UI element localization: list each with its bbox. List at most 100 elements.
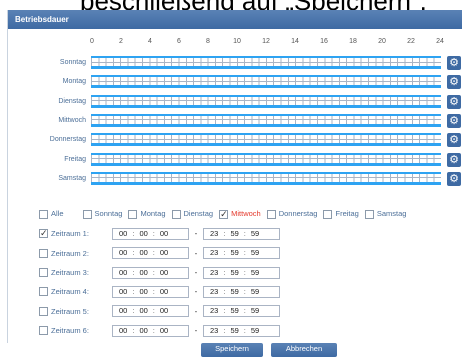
period-checkbox[interactable] bbox=[39, 306, 48, 316]
range-dash: - bbox=[194, 248, 198, 258]
end-time-field[interactable]: 23:59:59 bbox=[203, 285, 280, 298]
time-separator: : bbox=[243, 325, 246, 335]
gear-icon[interactable]: ⚙ bbox=[447, 133, 461, 148]
start-time-field[interactable]: 00:00:00 bbox=[112, 305, 189, 318]
time-period-row: Zeitraum 6: 00:00:00-23:59:59 bbox=[39, 322, 280, 337]
checkbox[interactable] bbox=[82, 209, 92, 219]
start-time-field[interactable]: 00:00:00 bbox=[112, 266, 189, 279]
time-value: 59 bbox=[230, 267, 239, 277]
cancel-button[interactable]: Abbrechen bbox=[271, 343, 337, 357]
day-checkbox-label: Freitag bbox=[335, 209, 359, 218]
time-value: 23 bbox=[210, 228, 219, 238]
checkbox[interactable] bbox=[266, 209, 276, 219]
range-dash: - bbox=[194, 268, 198, 278]
gear-icon[interactable]: ⚙ bbox=[447, 152, 461, 167]
period-checkbox[interactable] bbox=[39, 287, 48, 297]
checkbox[interactable] bbox=[171, 209, 181, 219]
period-label: Zeitraum 1: bbox=[51, 229, 89, 239]
range-dash: - bbox=[194, 306, 198, 316]
time-separator: : bbox=[243, 248, 246, 258]
time-value: 00 bbox=[159, 228, 169, 238]
day-timeline-bar[interactable] bbox=[91, 133, 441, 147]
day-timeline-bar[interactable] bbox=[91, 113, 441, 127]
time-value: 00 bbox=[159, 248, 169, 258]
day-timeline-bar[interactable] bbox=[91, 152, 441, 166]
time-separator: : bbox=[152, 248, 155, 258]
time-value: 59 bbox=[230, 286, 239, 296]
end-time-field[interactable]: 23:59:59 bbox=[203, 227, 280, 240]
day-checkbox-label: Sonntag bbox=[94, 209, 123, 218]
day-checkbox-option[interactable]: Montag bbox=[128, 209, 166, 219]
time-separator: : bbox=[243, 306, 246, 316]
time-separator: : bbox=[223, 248, 226, 258]
period-checkbox[interactable] bbox=[39, 268, 48, 278]
end-time-field[interactable]: 23:59:59 bbox=[203, 324, 280, 337]
time-value: 00 bbox=[159, 325, 169, 335]
period-label: Zeitraum 6: bbox=[51, 326, 89, 336]
time-separator: : bbox=[132, 267, 135, 277]
time-value: 00 bbox=[139, 325, 148, 335]
hour-tick-label: 22 bbox=[407, 38, 415, 45]
end-time-field[interactable]: 23:59:59 bbox=[203, 266, 280, 279]
day-checkbox-option[interactable]: Donnerstag bbox=[266, 209, 317, 219]
day-checkbox-option[interactable]: Samstag bbox=[364, 209, 407, 219]
time-value: 23 bbox=[210, 306, 219, 316]
gear-icon[interactable]: ⚙ bbox=[447, 56, 461, 70]
checkbox[interactable] bbox=[128, 209, 138, 219]
day-checkbox-label: Samstag bbox=[376, 209, 407, 218]
end-time-field[interactable]: 23:59:59 bbox=[203, 305, 280, 318]
checkbox[interactable] bbox=[323, 209, 333, 219]
period-checkbox-checked[interactable]: ✓ bbox=[39, 229, 48, 239]
checkbox[interactable] bbox=[39, 209, 48, 219]
end-time-field[interactable]: 23:59:59 bbox=[203, 247, 280, 260]
hour-tick-label: 10 bbox=[233, 38, 241, 45]
gear-icon[interactable]: ⚙ bbox=[447, 113, 461, 128]
day-timeline-bar[interactable] bbox=[91, 75, 441, 89]
time-separator: : bbox=[243, 286, 246, 296]
start-time-field[interactable]: 00:00:00 bbox=[112, 247, 189, 260]
period-checkbox[interactable] bbox=[39, 326, 48, 336]
time-value: 00 bbox=[139, 228, 148, 238]
day-timeline-bar[interactable] bbox=[91, 94, 441, 108]
time-value: 59 bbox=[230, 325, 239, 335]
gear-icon[interactable]: ⚙ bbox=[447, 75, 461, 90]
day-checkbox-label: Alle bbox=[51, 209, 64, 218]
start-time-field[interactable]: 00:00:00 bbox=[112, 324, 189, 337]
checkbox[interactable] bbox=[364, 209, 374, 219]
day-label: Montag bbox=[62, 78, 86, 86]
time-separator: : bbox=[132, 248, 135, 258]
time-value: 00 bbox=[139, 306, 148, 316]
day-checkbox-option[interactable]: ✓ Mittwoch bbox=[219, 209, 261, 219]
time-separator: : bbox=[223, 306, 226, 316]
gear-icon[interactable]: ⚙ bbox=[447, 94, 461, 109]
day-checkbox-option[interactable]: Alle bbox=[39, 209, 64, 219]
period-label: Zeitraum 2: bbox=[51, 248, 89, 258]
day-checkbox-row: Alle Sonntag Montag Dienstag ✓ Mittwoch Donner… bbox=[39, 203, 412, 221]
hour-tick-label: 8 bbox=[206, 38, 210, 45]
time-value: 00 bbox=[119, 286, 128, 296]
day-checkbox-option[interactable]: Dienstag bbox=[171, 209, 213, 219]
time-separator: : bbox=[223, 286, 226, 296]
period-checkbox[interactable] bbox=[39, 248, 48, 258]
gear-icon[interactable]: ⚙ bbox=[447, 171, 461, 186]
day-checkbox-option[interactable]: Freitag bbox=[323, 209, 359, 219]
time-value: 00 bbox=[119, 228, 128, 238]
range-dash: - bbox=[194, 287, 198, 297]
time-period-row: Zeitraum 4: 00:00:00-23:59:59 bbox=[39, 283, 280, 298]
dialog-title: Betriebsdauer bbox=[8, 10, 462, 29]
time-value: 00 bbox=[159, 286, 169, 296]
start-time-field[interactable]: 00:00:00 bbox=[112, 227, 189, 240]
start-time-field[interactable]: 00:00:00 bbox=[112, 285, 189, 298]
day-checkbox-option[interactable]: Sonntag bbox=[82, 209, 123, 219]
time-value: 59 bbox=[230, 228, 239, 238]
save-button[interactable]: Speichern bbox=[201, 343, 263, 357]
day-timeline-bar[interactable] bbox=[91, 171, 441, 185]
time-separator: : bbox=[132, 325, 135, 335]
time-period-row: Zeitraum 5: 00:00:00-23:59:59 bbox=[39, 303, 280, 318]
checkbox-checked[interactable]: ✓ bbox=[219, 209, 229, 219]
day-label: Dienstag bbox=[58, 97, 86, 105]
hour-tick-label: 6 bbox=[177, 38, 181, 45]
day-timeline-bar[interactable] bbox=[91, 56, 441, 69]
time-value: 59 bbox=[230, 306, 239, 316]
day-label: Sonntag bbox=[59, 59, 86, 66]
